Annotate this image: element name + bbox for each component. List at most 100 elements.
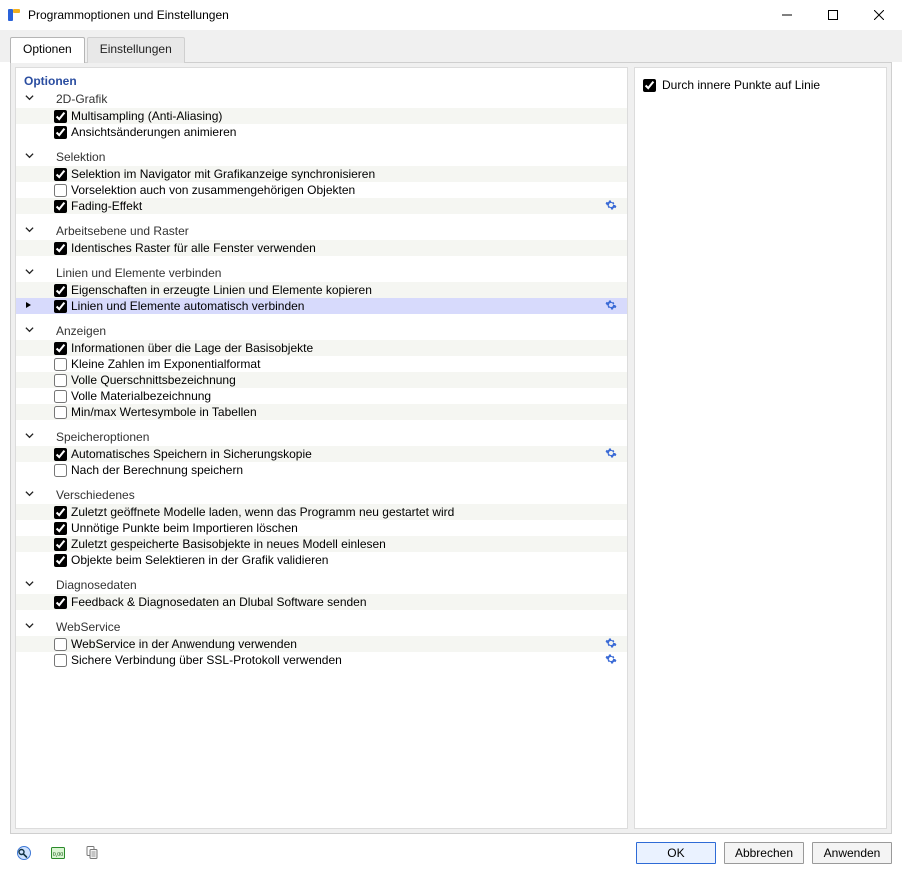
option-row[interactable]: Multisampling (Anti-Aliasing) — [16, 108, 627, 124]
gear-icon[interactable] — [603, 299, 619, 314]
option-row[interactable]: Volle Querschnittsbezeichnung — [16, 372, 627, 388]
option-checkbox[interactable] — [54, 126, 67, 139]
svg-text:0,00: 0,00 — [53, 852, 64, 858]
option-checkbox[interactable] — [54, 168, 67, 181]
group-title: WebService — [56, 620, 120, 634]
detail-option-label: Durch innere Punkte auf Linie — [662, 78, 820, 92]
option-row[interactable]: Volle Materialbezeichnung — [16, 388, 627, 404]
group-header[interactable]: WebService — [16, 618, 627, 636]
option-checkbox[interactable] — [54, 638, 67, 651]
option-row[interactable]: Identisches Raster für alle Fenster verw… — [16, 240, 627, 256]
tab-settings-label: Einstellungen — [100, 42, 172, 56]
group-header[interactable]: Diagnosedaten — [16, 576, 627, 594]
maximize-button[interactable] — [810, 0, 856, 30]
chevron-down-icon — [22, 151, 36, 163]
close-button[interactable] — [856, 0, 902, 30]
group-header[interactable]: Speicheroptionen — [16, 428, 627, 446]
option-label: Zuletzt gespeicherte Basisobjekte in neu… — [71, 537, 603, 551]
options-tree[interactable]: 2D-GrafikMultisampling (Anti-Aliasing)An… — [16, 90, 627, 828]
option-checkbox[interactable] — [54, 110, 67, 123]
option-label: Informationen über die Lage der Basisobj… — [71, 341, 603, 355]
chevron-down-icon — [22, 621, 36, 633]
tab-settings[interactable]: Einstellungen — [87, 37, 185, 63]
option-label: Objekte beim Selektieren in der Grafik v… — [71, 553, 603, 567]
option-checkbox[interactable] — [54, 390, 67, 403]
option-checkbox[interactable] — [54, 406, 67, 419]
options-group: DiagnosedatenFeedback & Diagnosedaten an… — [16, 576, 627, 610]
option-checkbox[interactable] — [54, 342, 67, 355]
option-checkbox[interactable] — [54, 300, 67, 313]
option-row[interactable]: Eigenschaften in erzeugte Linien und Ele… — [16, 282, 627, 298]
option-row[interactable]: Fading-Effekt — [16, 198, 627, 214]
group-header[interactable]: Verschiedenes — [16, 486, 627, 504]
gear-icon[interactable] — [603, 653, 619, 668]
minimize-button[interactable] — [764, 0, 810, 30]
group-title: 2D-Grafik — [56, 92, 107, 106]
option-row[interactable]: Automatisches Speichern in Sicherungskop… — [16, 446, 627, 462]
cancel-button[interactable]: Abbrechen — [724, 842, 804, 864]
options-group: Arbeitsebene und RasterIdentisches Raste… — [16, 222, 627, 256]
option-row[interactable]: Nach der Berechnung speichern — [16, 462, 627, 478]
bottom-bar: 0,00 OK Abbrechen Anwenden — [0, 834, 902, 872]
title-bar: Programmoptionen und Einstellungen — [0, 0, 902, 31]
gear-icon[interactable] — [603, 199, 619, 214]
ok-button[interactable]: OK — [636, 842, 716, 864]
option-checkbox[interactable] — [54, 184, 67, 197]
option-checkbox[interactable] — [54, 200, 67, 213]
option-row[interactable]: Informationen über die Lage der Basisobj… — [16, 340, 627, 356]
group-header[interactable]: Selektion — [16, 148, 627, 166]
option-row[interactable]: Objekte beim Selektieren in der Grafik v… — [16, 552, 627, 568]
units-button[interactable]: 0,00 — [44, 839, 72, 867]
option-row[interactable]: Linien und Elemente automatisch verbinde… — [16, 298, 627, 314]
group-header[interactable]: Anzeigen — [16, 322, 627, 340]
option-label: Vorselektion auch von zusammengehörigen … — [71, 183, 603, 197]
option-checkbox[interactable] — [54, 284, 67, 297]
option-row[interactable]: Sichere Verbindung über SSL-Protokoll ve… — [16, 652, 627, 668]
option-checkbox[interactable] — [54, 242, 67, 255]
option-checkbox[interactable] — [54, 506, 67, 519]
option-row[interactable]: Min/max Wertesymbole in Tabellen — [16, 404, 627, 420]
option-row[interactable]: Vorselektion auch von zusammengehörigen … — [16, 182, 627, 198]
tab-options[interactable]: Optionen — [10, 37, 85, 63]
option-row[interactable]: Kleine Zahlen im Exponentialformat — [16, 356, 627, 372]
group-header[interactable]: Arbeitsebene und Raster — [16, 222, 627, 240]
chevron-down-icon — [22, 325, 36, 337]
option-row[interactable]: Zuletzt gespeicherte Basisobjekte in neu… — [16, 536, 627, 552]
group-header[interactable]: Linien und Elemente verbinden — [16, 264, 627, 282]
options-group: Linien und Elemente verbindenEigenschaft… — [16, 264, 627, 314]
gear-icon[interactable] — [603, 637, 619, 652]
option-checkbox[interactable] — [54, 654, 67, 667]
help-button[interactable] — [10, 839, 38, 867]
option-checkbox[interactable] — [54, 538, 67, 551]
chevron-down-icon — [22, 489, 36, 501]
chevron-down-icon — [22, 431, 36, 443]
option-label: Unnötige Punkte beim Importieren löschen — [71, 521, 603, 535]
detail-option-checkbox[interactable] — [643, 79, 656, 92]
option-checkbox[interactable] — [54, 464, 67, 477]
option-checkbox[interactable] — [54, 554, 67, 567]
group-title: Selektion — [56, 150, 105, 164]
copy-settings-button[interactable] — [78, 839, 106, 867]
apply-button[interactable]: Anwenden — [812, 842, 892, 864]
detail-option-row[interactable]: Durch innere Punkte auf Linie — [643, 78, 878, 92]
option-row[interactable]: Feedback & Diagnosedaten an Dlubal Softw… — [16, 594, 627, 610]
option-label: Linien und Elemente automatisch verbinde… — [71, 299, 603, 313]
chevron-down-icon — [22, 93, 36, 105]
options-group: VerschiedenesZuletzt geöffnete Modelle l… — [16, 486, 627, 568]
option-checkbox[interactable] — [54, 358, 67, 371]
app-icon — [6, 7, 22, 23]
chevron-down-icon — [22, 225, 36, 237]
option-checkbox[interactable] — [54, 522, 67, 535]
option-row[interactable]: Zuletzt geöffnete Modelle laden, wenn da… — [16, 504, 627, 520]
option-checkbox[interactable] — [54, 448, 67, 461]
option-row[interactable]: WebService in der Anwendung verwenden — [16, 636, 627, 652]
option-label: Nach der Berechnung speichern — [71, 463, 603, 477]
gear-icon[interactable] — [603, 447, 619, 462]
group-header[interactable]: 2D-Grafik — [16, 90, 627, 108]
option-row[interactable]: Selektion im Navigator mit Grafikanzeige… — [16, 166, 627, 182]
options-tree-pane: Optionen 2D-GrafikMultisampling (Anti-Al… — [15, 67, 628, 829]
option-checkbox[interactable] — [54, 596, 67, 609]
option-row[interactable]: Unnötige Punkte beim Importieren löschen — [16, 520, 627, 536]
option-row[interactable]: Ansichtsänderungen animieren — [16, 124, 627, 140]
option-checkbox[interactable] — [54, 374, 67, 387]
